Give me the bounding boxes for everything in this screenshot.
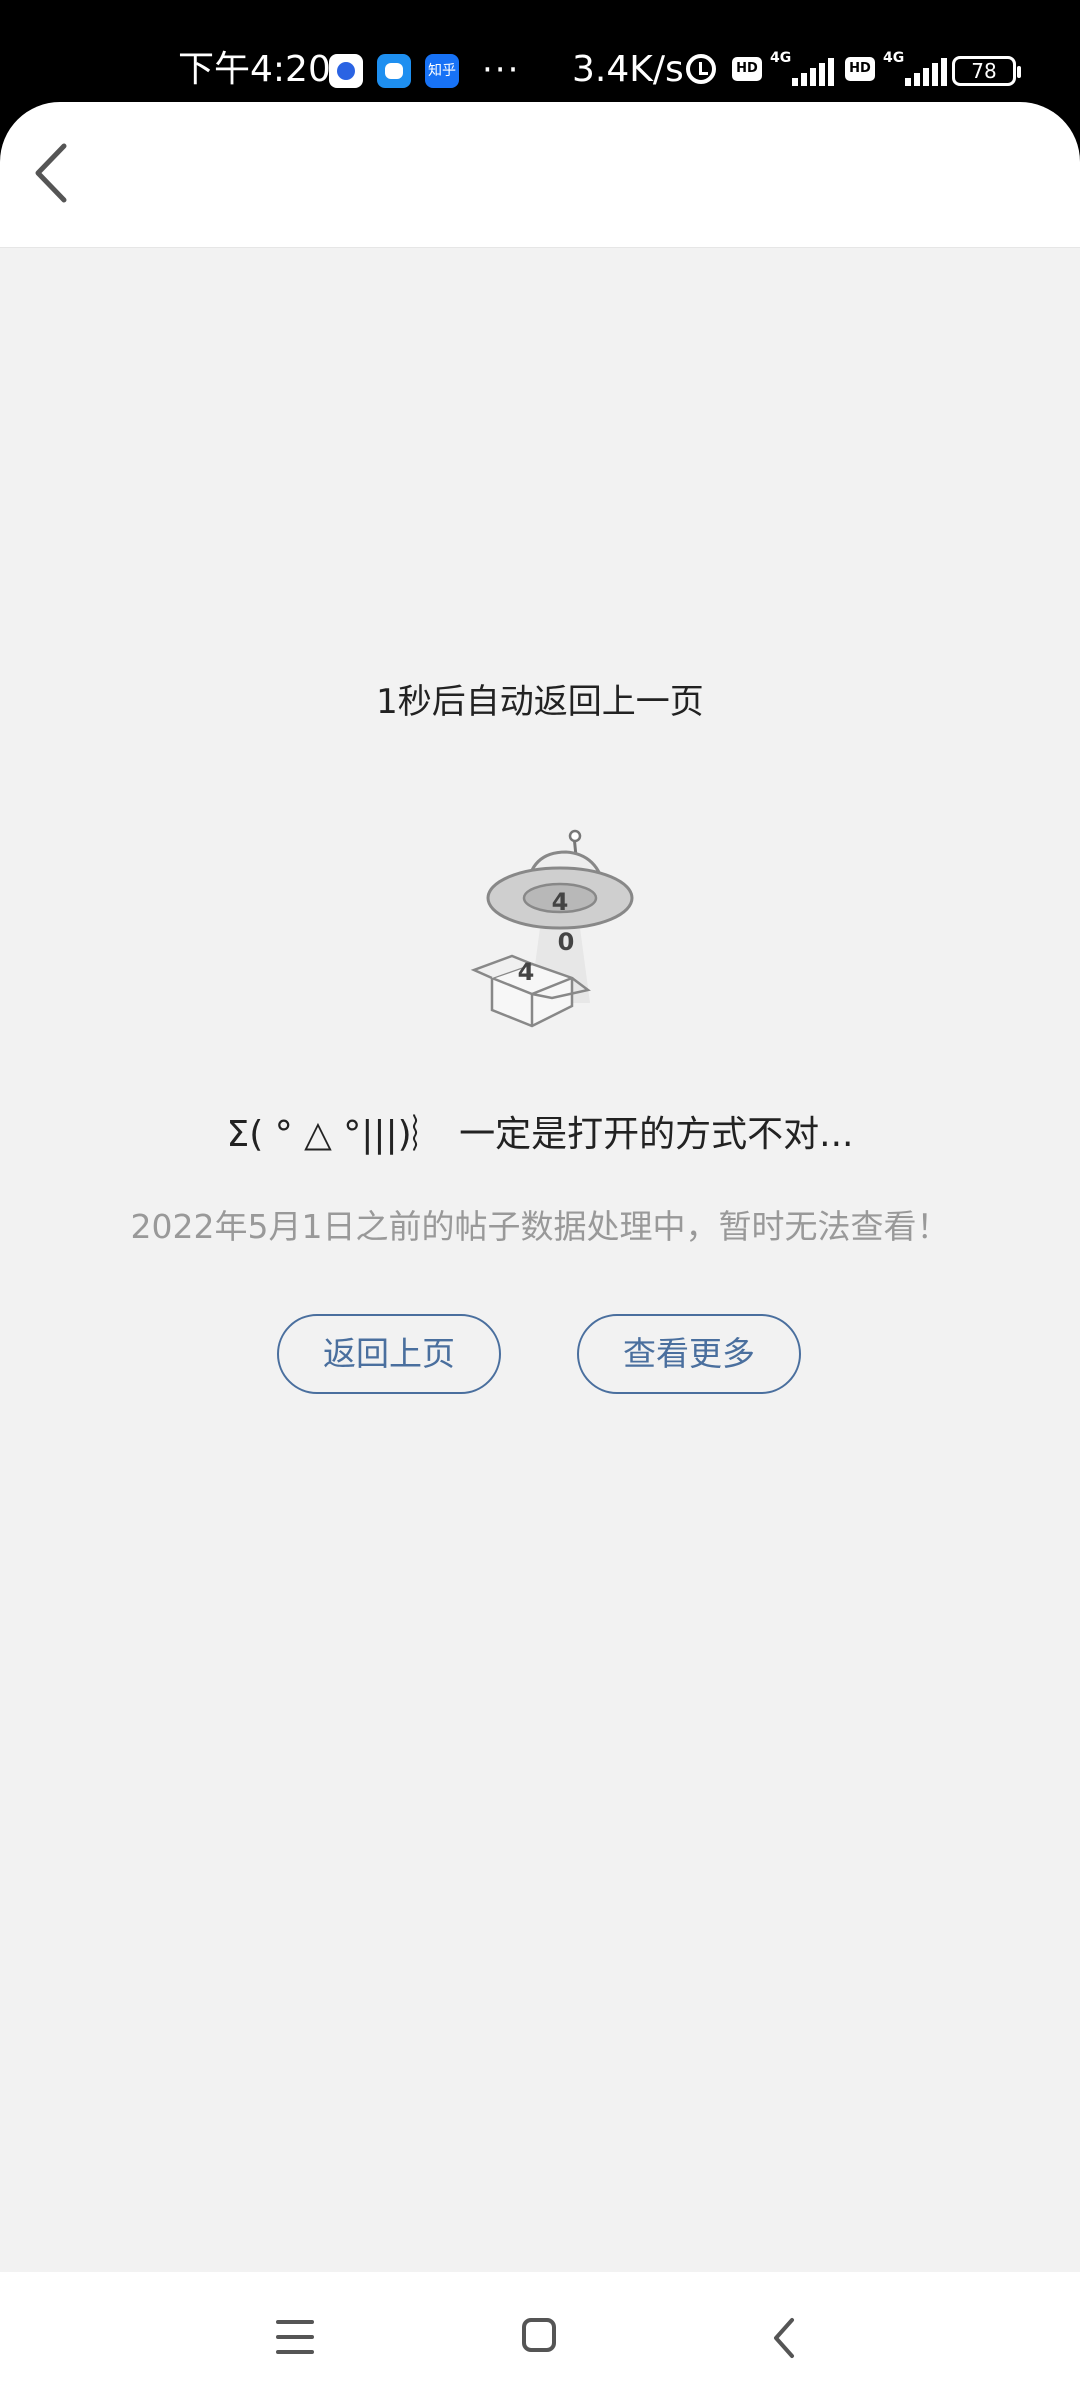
hd-icon: HD — [732, 57, 762, 81]
auto-return-countdown: 1秒后自动返回上一页 — [376, 682, 704, 722]
chevron-left-icon — [35, 143, 67, 203]
home-icon[interactable] — [522, 2318, 556, 2352]
alarm-icon — [686, 54, 716, 84]
digit-zero: 0 — [558, 928, 575, 956]
baidu-icon — [329, 54, 363, 88]
network-type-label: 4G — [883, 50, 905, 66]
more-notifications-icon: ··· — [482, 50, 521, 90]
mail-icon — [377, 54, 411, 88]
digit-four-top: 4 — [552, 888, 569, 916]
back-icon[interactable] — [770, 2316, 800, 2360]
system-navigation-bar — [0, 2272, 1080, 2400]
top-header — [0, 102, 1080, 248]
view-more-button[interactable]: 查看更多 — [577, 1314, 801, 1394]
signal-icon: 4G — [770, 50, 840, 90]
main-content: 1秒后自动返回上一页 4 0 4 Σ( ° △ °|||)︴ 一定是打开的方式不… — [0, 248, 1080, 2272]
error-description: 2022年5月1日之前的帖子数据处理中，暂时无法查看！ — [130, 1207, 950, 1246]
error-headline: Σ( ° △ °|||)︴ 一定是打开的方式不对... — [226, 1114, 854, 1155]
menu-icon[interactable] — [276, 2320, 314, 2354]
zhihu-icon: 知乎 — [425, 54, 459, 88]
hd-icon: HD — [845, 57, 875, 81]
network-speed: 3.4K/s — [572, 49, 684, 90]
battery-icon: 78 — [952, 56, 1021, 86]
digit-four-box: 4 — [518, 958, 535, 986]
return-previous-page-button[interactable]: 返回上页 — [277, 1314, 501, 1394]
status-time: 下午4:20 — [178, 49, 331, 90]
ufo-404-illustration: 4 0 4 — [470, 829, 634, 1028]
network-type-label: 4G — [770, 50, 792, 66]
signal-icon: 4G — [883, 50, 953, 90]
back-button[interactable] — [22, 138, 82, 208]
